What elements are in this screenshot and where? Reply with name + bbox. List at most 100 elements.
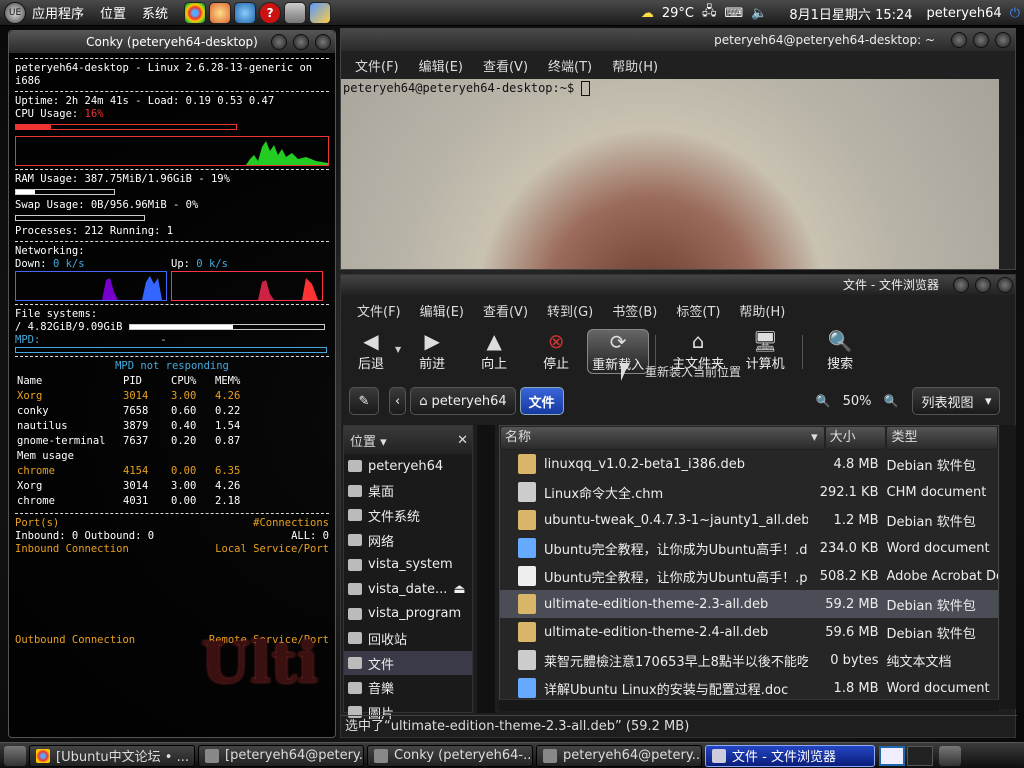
menu-view[interactable]: 查看(V) [483,301,528,320]
taskbar-item-terminal-2[interactable]: peteryeh64@petery... [536,744,702,767]
close-sidebar-icon[interactable]: ✕ [457,433,468,448]
table-row[interactable]: 详解Ubuntu Linux的安装与配置过程.doc 1.8 MB Word doc… [500,674,998,702]
breadcrumb-home[interactable]: ⌂ peteryeh64 [410,387,516,415]
network-icon[interactable]: 🖧 [702,2,717,24]
help-launcher-icon[interactable]: ? [259,1,282,24]
sidebar-item-network[interactable]: 网络 [344,528,472,553]
back-button[interactable]: ◀ 后退 [347,329,395,372]
menu-file[interactable]: 文件(F) [355,56,399,75]
menu-edit[interactable]: 编辑(E) [419,56,463,75]
pidgin-launcher-icon[interactable] [234,1,257,24]
zoom-out-icon[interactable]: 🔍 [816,394,831,408]
sidebar-item-documents[interactable]: 文件 [344,650,472,676]
chrome-launcher-icon[interactable] [184,1,207,24]
menu-go[interactable]: 转到(G) [547,301,593,320]
sidebar-item-home[interactable]: peteryeh64 [344,454,472,479]
reload-button[interactable]: ⟳ 重新载入 [587,329,650,374]
sidebar-item-vista-program[interactable]: vista_program [344,602,472,627]
menu-help[interactable]: 帮助(H) [739,301,785,320]
workspace-1[interactable] [879,745,905,766]
user-name[interactable]: peteryeh64 [927,6,1002,21]
terminal-area[interactable]: peteryeh64@peteryeh64-desktop:~$ [341,79,1000,269]
editor-launcher-icon[interactable] [309,1,332,24]
search-button[interactable]: 🔍 搜索 [809,329,871,372]
close-icon[interactable] [995,32,1011,48]
volume-icon[interactable]: 🔈 [751,6,767,21]
sidebar-scrollbar[interactable] [477,425,495,713]
view-mode-select[interactable]: 列表视图 ▾ [912,387,1001,415]
file-list-scrollbar[interactable] [1000,425,1016,709]
mail-launcher-icon[interactable] [284,1,307,24]
terminal-scrollbar[interactable] [999,79,1015,269]
minimize-icon[interactable] [953,277,969,293]
column-name[interactable]: 名称 ▾ [500,426,825,450]
table-row[interactable]: ultimate-edition-theme-2.4-all.deb 59.6 M… [500,618,998,646]
clock[interactable]: 8月1日星期六 15:24 [789,4,912,23]
column-type[interactable]: 类型 [886,426,998,450]
sidebar-item-vista-system[interactable]: vista_system [344,552,472,577]
file-list-hscrollbar[interactable] [499,699,999,711]
file-browser-titlebar[interactable]: 文件 - 文件浏览器 [341,275,1015,295]
taskbar-item-browser[interactable]: [Ubuntu中文论坛 • ... [29,744,195,767]
stop-button[interactable]: ⊗ 停止 [525,329,587,372]
sidebar-item-filesystem[interactable]: 文件系统 [344,503,472,528]
sidebar-item-music[interactable]: 音樂 [344,675,472,700]
taskbar-item-terminal-1[interactable]: [peteryeh64@petery... [198,744,364,767]
sidebar-header[interactable]: 位置 ▾ ✕ [344,426,472,454]
table-row[interactable]: ubuntu-tweak_0.4.7.3-1~jaunty1_all.deb 1.… [500,506,998,534]
breadcrumb-current[interactable]: 文件 [519,387,564,415]
menu-edit[interactable]: 编辑(E) [420,301,464,320]
ports-header: Port(s) #Connections [15,517,329,529]
zoom-in-icon[interactable]: 🔍 [884,394,899,408]
minimize-icon[interactable] [271,34,287,50]
menu-view[interactable]: 查看(V) [483,56,528,75]
toggle-location-entry-button[interactable]: ✎ [349,387,379,415]
menu-tabs[interactable]: 标签(T) [676,301,720,320]
menu-terminal[interactable]: 终端(T) [548,56,592,75]
menu-places[interactable]: 位置 [100,3,126,22]
eject-icon[interactable]: ⏏ [453,582,465,597]
show-desktop-icon[interactable] [4,745,26,766]
table-row[interactable]: Ubuntu完全教程，让你成为Ubuntu高手！.pdf 508.2 KB Adob… [500,562,998,590]
mpd-line: MPD: - [15,334,167,346]
menu-applications[interactable]: 应用程序 [32,3,84,22]
computer-button[interactable]: 🖥 计算机 [734,329,796,372]
sidebar-item-vista-date[interactable]: vista_date... ⏏ [344,577,472,602]
workspace-2[interactable] [907,745,933,766]
table-row[interactable]: Ubuntu完全教程，让你成为Ubuntu高手！.doc 234.0 KB Word… [500,534,998,562]
trash-applet-icon[interactable] [939,745,961,766]
sidebar-item-desktop[interactable]: 桌面 [344,479,472,504]
menu-bookmarks[interactable]: 书签(B) [612,301,657,320]
taskbar-item-conky[interactable]: Conky (peteryeh64-... [367,744,533,767]
taskbar-item-file-browser[interactable]: 文件 - 文件浏览器 [705,744,875,767]
maximize-icon[interactable] [973,32,989,48]
maximize-icon[interactable] [293,34,309,50]
menu-system[interactable]: 系统 [142,3,168,22]
terminal-titlebar[interactable]: peteryeh64@peteryeh64-desktop: ~ [341,29,1015,51]
close-icon[interactable] [997,277,1013,293]
sidebar-item-trash[interactable]: 回收站 [344,626,472,651]
shutdown-icon[interactable]: ⏻ [1010,6,1020,21]
weather-icon[interactable]: ☁ [641,6,654,21]
breadcrumb-left-arrow[interactable]: ‹ [389,387,407,415]
column-size[interactable]: 大小 [824,426,887,450]
weather-temp[interactable]: 29°C [662,6,694,21]
up-speed: 0 k/s [196,258,228,270]
menu-help[interactable]: 帮助(H) [612,56,658,75]
keyboard-icon[interactable]: ⌨ [724,6,743,21]
close-icon[interactable] [315,34,331,50]
up-button[interactable]: ▲ 向上 [463,329,525,372]
conky-titlebar[interactable]: Conky (peteryeh64-desktop) [9,31,335,53]
ultimate-logo-icon[interactable]: UE [4,1,26,24]
table-row[interactable]: linuxqq_v1.0.2-beta1_i386.deb 4.8 MB Debia… [500,450,998,478]
table-row[interactable]: 莱智元體檢注意170653早上8點半以後不能吃... 0 bytes 纯文本文档 [500,646,998,674]
menu-file[interactable]: 文件(F) [357,301,401,320]
file-size: 59.2 MB [825,596,879,612]
minimize-icon[interactable] [951,32,967,48]
gimp-launcher-icon[interactable] [209,1,232,24]
maximize-icon[interactable] [975,277,991,293]
forward-button[interactable]: ▶ 前进 [401,329,463,372]
table-row[interactable]: Linux命令大全.chm 292.1 KB CHM document [500,478,998,506]
table-row[interactable]: ultimate-edition-theme-2.3-all.deb 59.2 M… [500,590,998,618]
sort-chevron-icon: ▾ [811,430,818,445]
